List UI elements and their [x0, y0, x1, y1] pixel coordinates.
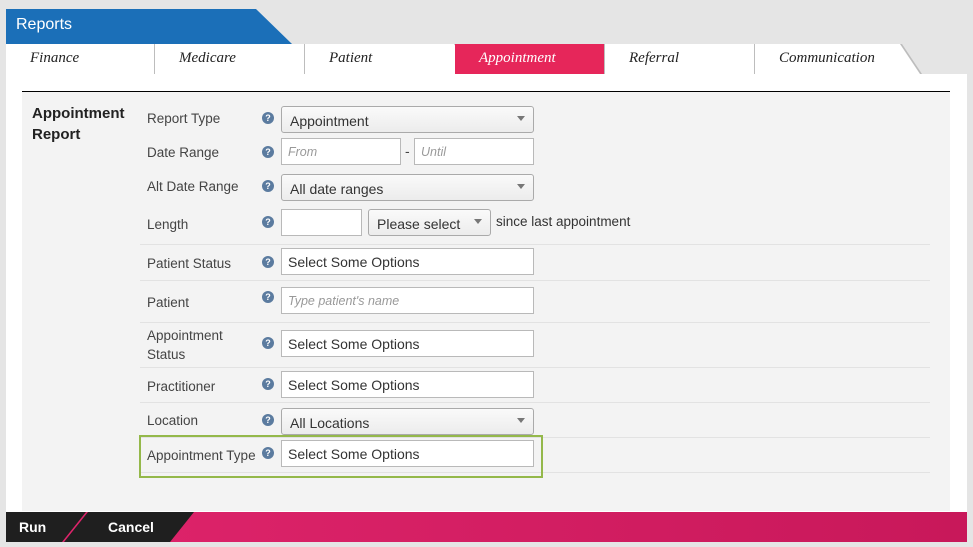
- row-divider: [140, 402, 930, 403]
- tab-patient[interactable]: Patient: [305, 44, 474, 74]
- patient-status-multiselect[interactable]: Select Some Options: [281, 248, 534, 275]
- help-icon[interactable]: ?: [262, 180, 274, 192]
- date-range-label: Date Range: [147, 145, 220, 160]
- report-type-label: Report Type: [147, 111, 221, 126]
- help-icon[interactable]: ?: [262, 378, 274, 390]
- length-label: Length: [147, 217, 189, 232]
- help-icon[interactable]: ?: [262, 447, 274, 459]
- chevron-down-icon: [517, 184, 525, 189]
- length-suffix: since last appointment: [496, 214, 631, 229]
- help-icon[interactable]: ?: [262, 291, 274, 303]
- tab-label: Referral: [629, 50, 679, 66]
- help-icon[interactable]: ?: [262, 337, 274, 349]
- practitioner-multiselect[interactable]: Select Some Options: [281, 371, 534, 398]
- tab-communication[interactable]: Communication: [755, 44, 920, 74]
- date-range-separator: -: [405, 143, 410, 159]
- row-divider: [140, 280, 930, 281]
- chevron-down-icon: [517, 418, 525, 423]
- location-select[interactable]: All Locations: [281, 408, 534, 435]
- tab-label: Patient: [329, 50, 373, 66]
- row-divider: [140, 367, 930, 368]
- tab-medicare[interactable]: Medicare: [155, 44, 324, 74]
- date-until-input[interactable]: Until: [414, 138, 534, 165]
- appointment-type-label: Appointment Type: [147, 448, 256, 463]
- chevron-down-icon: [474, 219, 482, 224]
- patient-name-input[interactable]: Type patient's name: [281, 287, 534, 314]
- length-unit-value: Please select: [377, 216, 461, 232]
- location-value: All Locations: [290, 415, 370, 431]
- reports-title: Reports: [16, 16, 73, 33]
- patient-status-label: Patient Status: [147, 256, 232, 271]
- section-title: Appointment Report: [32, 105, 125, 143]
- tab-referral[interactable]: Referral: [605, 44, 774, 74]
- tab-label: Finance: [30, 50, 80, 66]
- row-divider: [140, 244, 930, 245]
- report-type-select[interactable]: Appointment: [281, 106, 534, 133]
- length-input[interactable]: [281, 209, 362, 236]
- tab-label: Communication: [779, 50, 875, 66]
- reports-header: Reports: [6, 9, 292, 44]
- date-from-input[interactable]: From: [281, 138, 401, 165]
- help-icon[interactable]: ?: [262, 414, 274, 426]
- alt-date-range-select[interactable]: All date ranges: [281, 174, 534, 201]
- tab-finance[interactable]: Finance: [6, 44, 174, 74]
- appointment-status-multiselect[interactable]: Select Some Options: [281, 330, 534, 357]
- alt-date-range-label: Alt Date Range: [147, 179, 239, 194]
- help-icon[interactable]: ?: [262, 216, 274, 228]
- patient-label: Patient: [147, 295, 190, 310]
- report-type-value: Appointment: [290, 113, 369, 129]
- help-icon[interactable]: ?: [262, 256, 274, 268]
- help-icon[interactable]: ?: [262, 112, 274, 124]
- tab-label: Appointment: [479, 50, 556, 66]
- alt-date-range-value: All date ranges: [290, 181, 384, 197]
- chevron-down-icon: [517, 116, 525, 121]
- tab-appointment[interactable]: Appointment: [455, 44, 625, 74]
- location-label: Location: [147, 413, 199, 428]
- appointment-type-multiselect[interactable]: Select Some Options: [281, 440, 534, 467]
- row-divider: [140, 322, 930, 323]
- tab-label: Medicare: [179, 50, 236, 66]
- length-unit-select[interactable]: Please select: [368, 209, 491, 236]
- help-icon[interactable]: ?: [262, 146, 274, 158]
- practitioner-label: Practitioner: [147, 379, 216, 394]
- appointment-status-label: Appointment Status: [147, 328, 223, 362]
